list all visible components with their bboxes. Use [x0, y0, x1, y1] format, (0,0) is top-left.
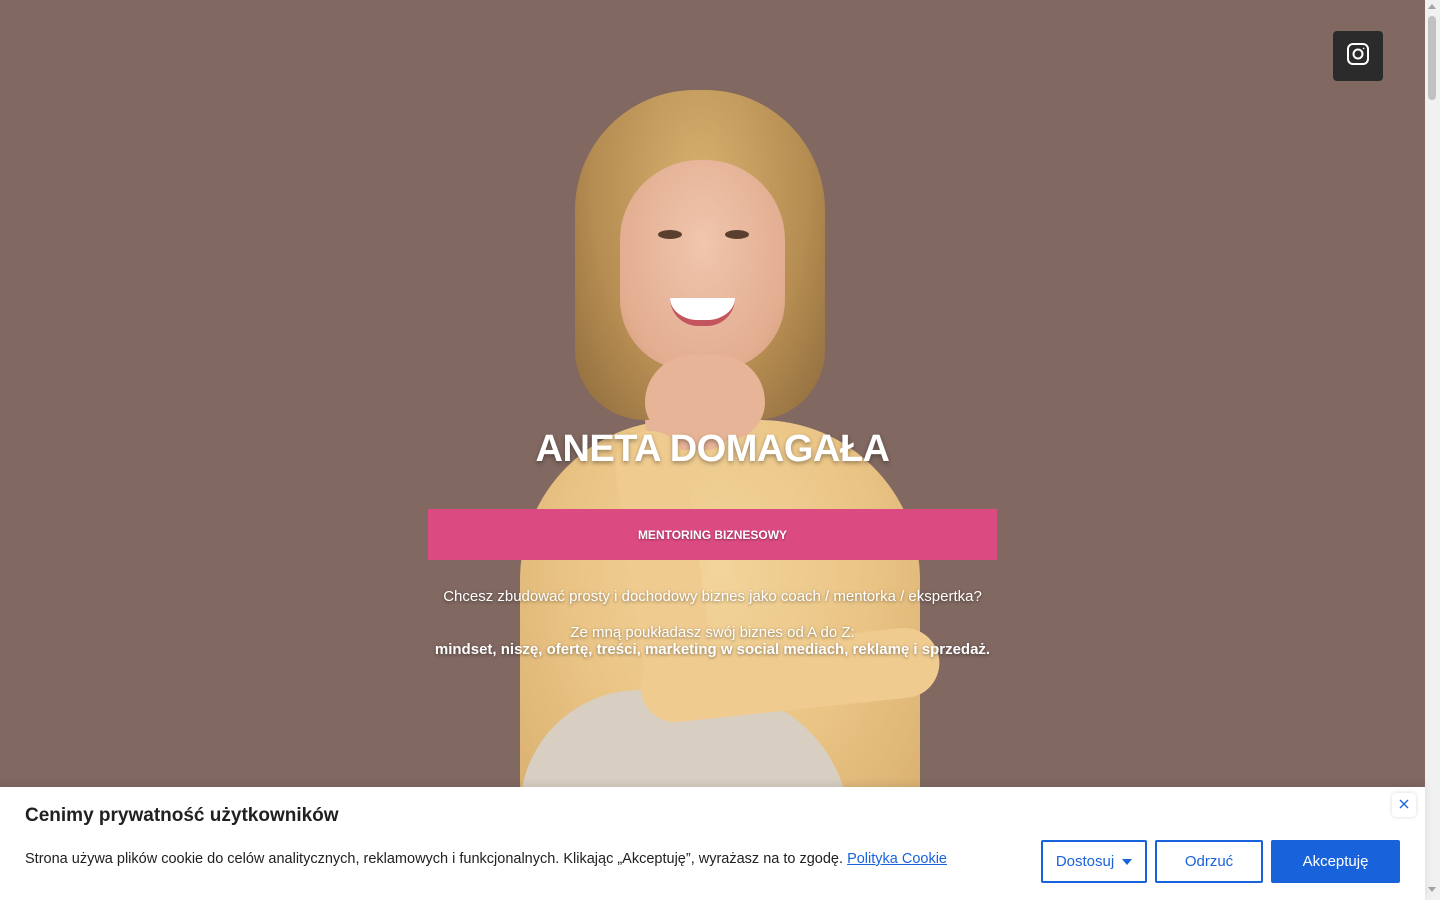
hero-subline: Ze mną poukładasz swój biznes od A do Z: — [570, 624, 855, 641]
scroll-up-arrow-icon[interactable] — [1428, 4, 1436, 9]
scroll-down-arrow-icon[interactable] — [1428, 887, 1436, 892]
cookie-close-button[interactable] — [1392, 793, 1416, 817]
caret-down-icon — [1122, 858, 1133, 865]
hero-section: ANETA DOMAGAŁA MENTORING BIZNESOWY Chces… — [0, 0, 1425, 900]
customize-label: Dostosuj — [1055, 853, 1115, 870]
scroll-thumb[interactable] — [1428, 16, 1436, 100]
cookie-description: Strona używa plików cookie do celów anal… — [25, 851, 947, 867]
customize-button[interactable]: Dostosuj — [1041, 840, 1147, 883]
cookie-title: Cenimy prywatność użytkowników — [25, 805, 339, 826]
instagram-icon — [1346, 42, 1370, 71]
hero-intro-text: Chcesz zbudować prosty i dochodowy bizne… — [443, 588, 982, 605]
mentoring-button[interactable]: MENTORING BIZNESOWY — [428, 509, 997, 560]
cookie-description-text: Strona używa plików cookie do celów anal… — [25, 851, 844, 867]
cookie-banner: Cenimy prywatność użytkowników Strona uż… — [0, 787, 1425, 900]
cookie-policy-link[interactable]: Polityka Cookie — [847, 851, 947, 867]
close-icon — [1399, 796, 1409, 814]
instagram-button[interactable] — [1333, 31, 1383, 81]
hero-title: ANETA DOMAGAŁA — [535, 428, 890, 470]
page-scrollbar[interactable] — [1425, 0, 1440, 900]
reject-button[interactable]: Odrzuć — [1155, 840, 1263, 883]
accept-button[interactable]: Akceptuję — [1271, 840, 1400, 883]
hero-topics: mindset, niszę, ofertę, treści, marketin… — [434, 641, 991, 658]
